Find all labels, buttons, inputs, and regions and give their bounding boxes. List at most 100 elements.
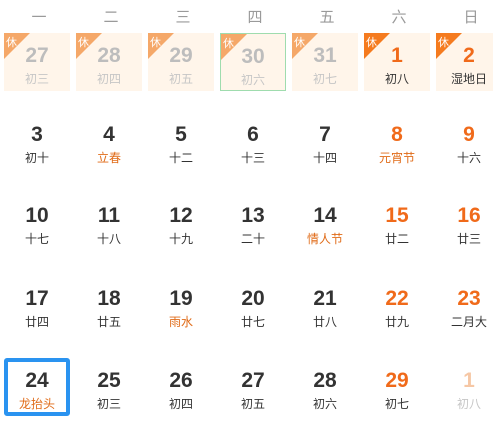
lunar-date: 元宵节 — [378, 151, 415, 165]
day-number: 19 — [169, 287, 193, 310]
calendar-day[interactable]: 15 廿二 — [364, 193, 430, 251]
lunar-date: 十九 — [168, 232, 193, 246]
lunar-date: 龙抬头 — [18, 397, 55, 411]
calendar-day[interactable]: 29 初七 — [364, 358, 430, 416]
weekday-label: 二 — [103, 8, 119, 26]
weekday-label: 三 — [175, 8, 191, 26]
lunar-date: 初七 — [312, 72, 337, 86]
calendar-day[interactable]: 21 廿八 — [292, 276, 358, 334]
lunar-date: 初五 — [168, 72, 193, 86]
lunar-date: 廿七 — [240, 315, 265, 329]
calendar-day[interactable]: 14 情人节 — [292, 193, 358, 251]
weekday-label: 四 — [247, 8, 263, 26]
day-number: 12 — [169, 204, 193, 227]
lunar-date: 立春 — [96, 151, 121, 165]
day-number: 20 — [241, 287, 265, 310]
calendar-day[interactable]: 休 2 湿地日 — [436, 33, 493, 91]
day-number: 14 — [313, 204, 337, 227]
calendar-day[interactable]: 19 雨水 — [148, 276, 214, 334]
lunar-date: 初四 — [96, 72, 121, 86]
calendar-day[interactable]: 16 廿三 — [436, 193, 493, 251]
calendar-day[interactable]: 11 十八 — [76, 193, 142, 251]
lunar-date: 二月大 — [450, 315, 487, 329]
lunar-date: 二十 — [240, 232, 265, 246]
day-number: 18 — [97, 287, 121, 310]
lunar-date: 情人节 — [306, 232, 343, 246]
day-number: 4 — [103, 123, 115, 146]
day-number: 22 — [385, 287, 409, 310]
calendar-day[interactable]: 26 初四 — [148, 358, 214, 416]
lunar-date: 雨水 — [168, 315, 193, 329]
lunar-date: 十三 — [240, 151, 265, 165]
day-number: 3 — [31, 123, 43, 146]
calendar-day[interactable]: 27 初五 — [220, 358, 286, 416]
calendar-day[interactable]: 休 27 初三 — [4, 33, 70, 91]
calendar-day[interactable]: 28 初六 — [292, 358, 358, 416]
day-number: 10 — [25, 204, 49, 227]
calendar-day[interactable]: 8 元宵节 — [364, 112, 430, 170]
lunar-date: 初三 — [24, 72, 49, 86]
calendar-day[interactable]: 休 29 初五 — [148, 33, 214, 91]
calendar-day[interactable]: 22 廿九 — [364, 276, 430, 334]
lunar-date: 初八 — [384, 72, 409, 86]
day-number: 27 — [241, 369, 265, 392]
lunar-date: 十四 — [312, 151, 337, 165]
day-number: 23 — [457, 287, 481, 310]
day-number: 28 — [313, 369, 337, 392]
day-number: 8 — [391, 123, 403, 146]
day-number: 28 — [97, 44, 121, 67]
calendar-day[interactable]: 3 初十 — [4, 112, 70, 170]
lunar-date: 十七 — [24, 232, 49, 246]
calendar-day[interactable]: 休 28 初四 — [76, 33, 142, 91]
day-number: 15 — [385, 204, 409, 227]
lunar-date: 初三 — [96, 397, 121, 411]
day-number: 26 — [169, 369, 193, 392]
lunar-date: 初六 — [312, 397, 337, 411]
weekday-label: 一 — [31, 8, 47, 26]
weekday-header: 一二三四五六日 — [0, 0, 493, 30]
lunar-date: 廿三 — [456, 232, 481, 246]
calendar-day[interactable]: 6 十三 — [220, 112, 286, 170]
day-number: 9 — [463, 123, 475, 146]
calendar-day[interactable]: 休 1 初八 — [364, 33, 430, 91]
lunar-date: 湿地日 — [450, 72, 487, 86]
calendar-day[interactable]: 13 二十 — [220, 193, 286, 251]
day-number: 25 — [97, 369, 121, 392]
calendar-day[interactable]: 17 廿四 — [4, 276, 70, 334]
calendar-day[interactable]: 9 十六 — [436, 112, 493, 170]
lunar-date: 廿二 — [384, 232, 409, 246]
day-number: 30 — [241, 45, 265, 68]
day-number: 27 — [25, 44, 49, 67]
calendar-day[interactable]: 25 初三 — [76, 358, 142, 416]
lunar-date: 初八 — [456, 397, 481, 411]
lunar-date: 十六 — [456, 151, 481, 165]
lunar-date: 初五 — [240, 397, 265, 411]
calendar-day[interactable]: 12 十九 — [148, 193, 214, 251]
lunar-date: 初四 — [168, 397, 193, 411]
weekday-label: 日 — [463, 8, 479, 26]
calendar-day[interactable]: 休 30 初六 — [220, 33, 286, 91]
day-number: 29 — [385, 369, 409, 392]
day-number: 6 — [247, 123, 259, 146]
calendar-day[interactable]: 4 立春 — [76, 112, 142, 170]
lunar-date: 廿九 — [384, 315, 409, 329]
calendar-day[interactable]: 5 十二 — [148, 112, 214, 170]
calendar-day[interactable]: 10 十七 — [4, 193, 70, 251]
day-number: 7 — [319, 123, 331, 146]
calendar-day-selected[interactable]: 24 龙抬头 — [4, 358, 70, 416]
calendar-day[interactable]: 休 31 初七 — [292, 33, 358, 91]
day-number: 31 — [313, 44, 337, 67]
lunar-date: 初六 — [240, 73, 265, 87]
day-number: 29 — [169, 44, 193, 67]
calendar-day[interactable]: 20 廿七 — [220, 276, 286, 334]
day-number: 2 — [463, 44, 475, 67]
lunar-date: 初十 — [24, 151, 49, 165]
calendar-day[interactable]: 18 廿五 — [76, 276, 142, 334]
lunar-date: 十八 — [96, 232, 121, 246]
day-number: 16 — [457, 204, 481, 227]
lunar-date: 廿八 — [312, 315, 337, 329]
calendar-day[interactable]: 1 初八 — [436, 358, 493, 416]
calendar-day[interactable]: 7 十四 — [292, 112, 358, 170]
weekday-label: 五 — [319, 8, 335, 26]
calendar-day[interactable]: 23 二月大 — [436, 276, 493, 334]
